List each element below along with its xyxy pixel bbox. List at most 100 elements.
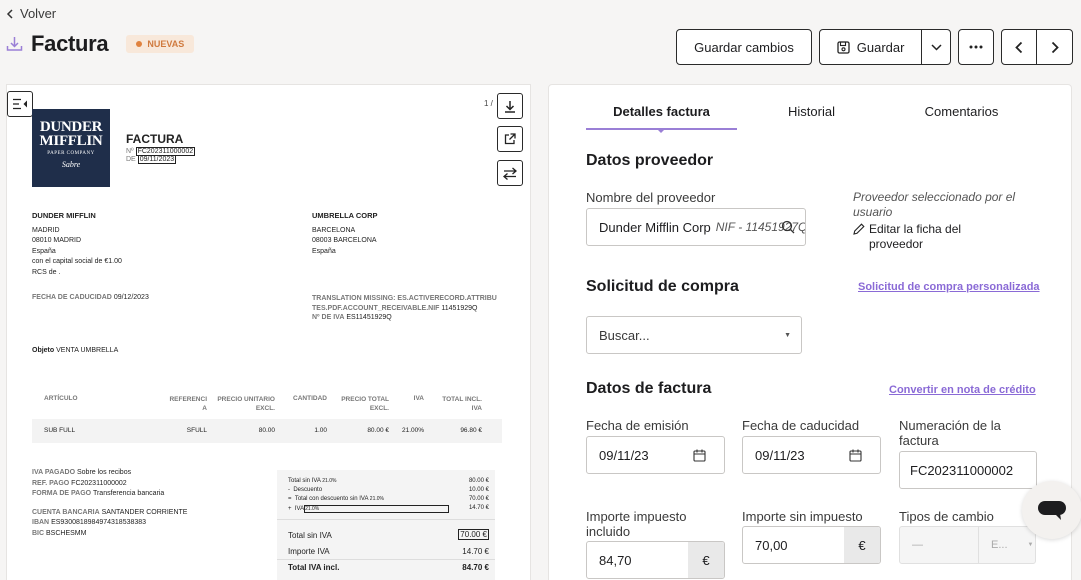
tax-included-value: 84,70 xyxy=(599,552,632,568)
custom-purchase-link[interactable]: Solicitud de compra personalizada xyxy=(858,281,1040,293)
tax-excluded-field[interactable]: 70,00 € xyxy=(742,526,881,564)
previous-button[interactable] xyxy=(1002,30,1037,64)
table-cell: 21.00% xyxy=(402,427,425,434)
object-label: Objeto xyxy=(32,347,55,354)
logo-small: PAPER COMPANY xyxy=(47,151,95,156)
table-cell: SUB FULL xyxy=(44,427,76,434)
totals-grand-label: Total IVA incl. xyxy=(288,563,340,572)
payment-value: Sobre los recibos xyxy=(77,469,132,476)
save-button[interactable]: Guardar xyxy=(820,30,923,64)
seller-block: DUNDER MIFFLIN MADRID 08010 MADRID Españ… xyxy=(32,211,232,278)
payment-label: IVA PAGADO xyxy=(32,469,76,476)
totals-tax-value: 14.70 € xyxy=(462,547,489,556)
tab-details[interactable]: Detalles factura xyxy=(586,104,737,119)
toggle-panel-button[interactable] xyxy=(7,91,33,117)
due-date-value: 09/11/23 xyxy=(755,447,805,463)
totals-label: Descuento xyxy=(293,487,323,493)
supplier-selected-note: Proveedor seleccionado por el usuario xyxy=(853,190,1016,219)
object-line: Objeto VENTA UMBRELLA xyxy=(32,347,118,354)
save-changes-button[interactable]: Guardar cambios xyxy=(676,29,812,65)
purchase-search-select[interactable]: Buscar... ▼ xyxy=(586,316,802,354)
tax-included-field[interactable]: 84,70 € xyxy=(586,541,725,579)
totals-rate: 21.0% xyxy=(322,478,337,484)
chat-button[interactable] xyxy=(1022,481,1081,539)
tab-indicator-arrow xyxy=(657,129,665,133)
table-cell: 80.00 xyxy=(258,427,275,434)
save-button-group: Guardar xyxy=(819,29,951,65)
table-header: PRECIO UNITARIO EXCL. xyxy=(217,396,275,412)
supplier-heading: Datos proveedor xyxy=(586,152,714,169)
open-external-button[interactable] xyxy=(497,126,523,152)
supplier-name-field[interactable]: Dunder Mifflin Corp NIF - 11451927Q xyxy=(586,208,806,246)
download-document-button[interactable] xyxy=(497,93,523,119)
payment-value: FC202311000002 xyxy=(71,479,127,487)
issue-date-label: Fecha de emisión xyxy=(586,418,689,433)
totals-value: 80.00 € xyxy=(468,478,489,484)
nav-buttons xyxy=(1001,29,1073,65)
details-panel: Detalles factura Historial Comentarios D… xyxy=(548,84,1072,580)
due-date-label: Fecha de caducidad xyxy=(742,418,860,433)
floppy-disk-icon xyxy=(837,40,850,54)
save-label: Guardar xyxy=(856,39,905,55)
supplier-name-label: Nombre del proveedor xyxy=(586,190,716,205)
due-date-value: 09/12/2023 xyxy=(113,294,149,301)
missing-translation-value: 11451929Q xyxy=(441,304,478,312)
payment-value: BSCHESMM xyxy=(46,529,87,537)
exchange-rate-value: — xyxy=(912,539,923,551)
convert-credit-note-link[interactable]: Convertir en nota de crédito xyxy=(889,384,1036,396)
invoice-number-label: Nº xyxy=(126,148,134,155)
table-cell: 1.00 xyxy=(314,427,327,434)
invoice-number: Nº FC202311000002 xyxy=(126,147,196,156)
tab-history[interactable]: Historial xyxy=(749,104,874,119)
seller-line: MADRID xyxy=(32,226,60,234)
table-header: IVA xyxy=(413,395,424,402)
status-badge-label: NUEVAS xyxy=(147,39,185,49)
payment-value: SANTANDER CORRIENTE xyxy=(101,508,188,516)
next-button[interactable] xyxy=(1037,30,1072,64)
table-header: TOTAL INCL. IVA xyxy=(442,396,482,412)
more-options-button[interactable] xyxy=(958,29,994,65)
status-badge: NUEVAS xyxy=(126,35,195,53)
edit-supplier-link[interactable]: Editar la ficha del proveedor xyxy=(853,222,1013,252)
payment-label: BIC xyxy=(32,529,45,537)
totals-rate: 21.0% xyxy=(369,496,384,502)
invoice-number-field[interactable]: FC202311000002 xyxy=(899,451,1037,489)
buyer-line: España xyxy=(312,247,336,255)
issue-date-field[interactable]: 09/11/23 xyxy=(586,436,725,474)
invoice-heading: Datos de factura xyxy=(586,380,712,397)
back-label: Volver xyxy=(20,6,57,21)
chevron-left-icon xyxy=(1015,41,1023,53)
totals-label: Total con descuento sin IVA xyxy=(294,496,369,502)
totals-subtotal-label: Total sin IVA xyxy=(288,531,332,540)
exchange-currency-select[interactable]: E... ▼ xyxy=(978,527,1033,563)
buyer-line: BARCELONA xyxy=(312,226,356,234)
totals-grand-value: 84.70 € xyxy=(462,563,489,572)
search-icon xyxy=(781,220,795,234)
tab-comments[interactable]: Comentarios xyxy=(894,104,1029,119)
seller-line: RCS de . xyxy=(32,268,61,276)
totals-value: 14.70 € xyxy=(468,505,489,511)
swap-document-button[interactable] xyxy=(497,160,523,186)
due-date-field[interactable]: 09/11/23 xyxy=(742,436,881,474)
exchange-rate-field[interactable]: — E... ▼ xyxy=(899,526,1036,564)
totals-value: 10.00 € xyxy=(468,487,489,493)
issue-date-value: 09/11/23 xyxy=(599,447,649,463)
totals-line: - Descuento xyxy=(288,487,323,493)
dropdown-arrow-icon: ▼ xyxy=(1027,542,1034,548)
back-link[interactable]: Volver xyxy=(6,6,56,21)
calendar-icon xyxy=(849,449,862,462)
table-row: SUB FULL SFULL 80.00 1.00 80.00 € 21.00%… xyxy=(32,419,502,443)
ellipsis-icon xyxy=(969,45,983,49)
seller-line: con el capital social de €1.00 xyxy=(32,258,122,265)
table-cell: SFULL xyxy=(186,427,207,434)
totals-tax-label: Importe IVA xyxy=(288,547,330,556)
save-options-dropdown[interactable] xyxy=(922,30,950,64)
invoice-date-label: DE xyxy=(126,156,136,163)
buyer-tax-info: TRANSLATION MISSING: ES.ACTIVERECORD.ATT… xyxy=(312,294,497,323)
totals-label: IVA xyxy=(294,506,305,512)
table-header: ARTÍCULO xyxy=(44,395,78,402)
payment-value: Transferencia bancaria xyxy=(92,490,165,497)
totals-box: Total sin IVA 21.0% 80.00 € - Descuento … xyxy=(277,470,495,580)
page-title: Factura xyxy=(31,31,109,56)
table-cell: 80.00 € xyxy=(367,427,389,434)
